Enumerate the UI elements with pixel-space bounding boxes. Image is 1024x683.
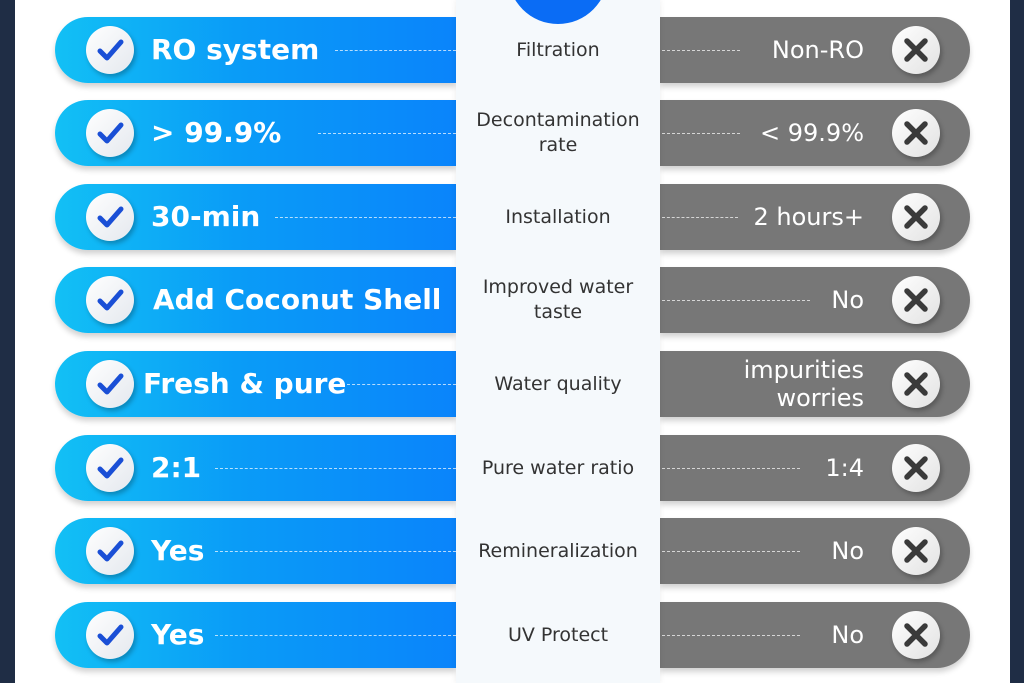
competitor-value: Non-RO	[771, 36, 864, 64]
x-icon	[892, 360, 940, 408]
x-icon	[892, 444, 940, 492]
check-icon	[86, 276, 134, 324]
dashed-divider	[662, 50, 740, 51]
dashed-divider	[335, 50, 456, 51]
check-icon	[86, 26, 134, 74]
feature-label: Decontamination rate	[476, 109, 640, 156]
feature-label: Improved water taste	[482, 276, 634, 323]
comparison-row: Add Coconut Shell Improved water taste N…	[0, 267, 1024, 333]
feature-label: UV Protect	[507, 623, 609, 646]
x-icon	[892, 109, 940, 157]
check-icon	[86, 611, 134, 659]
check-icon	[86, 109, 134, 157]
feature-label: Filtration	[516, 38, 600, 61]
check-icon	[86, 527, 134, 575]
comparison-row: RO system Filtration Non-RO	[0, 17, 1024, 83]
feature-label: Water quality	[494, 372, 622, 395]
our-value: 2:1	[151, 451, 202, 484]
x-icon	[892, 611, 940, 659]
feature-label: Pure water ratio	[481, 456, 635, 479]
competitor-value: 1:4	[825, 454, 864, 482]
our-value: 30-min	[151, 200, 261, 233]
dashed-divider	[662, 300, 810, 301]
competitor-value: No	[831, 537, 864, 565]
comparison-row: 30-min Installation 2 hours+	[0, 184, 1024, 250]
dashed-divider	[215, 635, 456, 636]
dashed-divider	[347, 384, 456, 385]
our-value: Yes	[151, 534, 205, 567]
our-value: RO system	[151, 33, 320, 66]
our-value: Yes	[151, 618, 205, 651]
dashed-divider	[662, 133, 740, 134]
x-icon	[892, 26, 940, 74]
comparison-row: Yes Remineralization No	[0, 518, 1024, 584]
competitor-value: impurities worries	[743, 356, 864, 412]
dashed-divider	[662, 217, 738, 218]
competitor-value: No	[831, 621, 864, 649]
check-icon	[86, 444, 134, 492]
x-icon	[892, 193, 940, 241]
competitor-value: 2 hours+	[753, 203, 864, 231]
feature-label: Installation	[505, 205, 611, 228]
dashed-divider	[215, 551, 456, 552]
competitor-value: No	[831, 286, 864, 314]
check-icon	[86, 193, 134, 241]
dashed-divider	[662, 468, 800, 469]
dashed-divider	[662, 635, 800, 636]
dashed-divider	[662, 551, 800, 552]
comparison-row: Yes UV Protect No	[0, 602, 1024, 668]
comparison-row: 2:1 Pure water ratio 1:4	[0, 435, 1024, 501]
dashed-divider	[275, 217, 456, 218]
check-icon	[86, 360, 134, 408]
comparison-row: > 99.9% Decontamination rate < 99.9%	[0, 100, 1024, 166]
our-value: > 99.9%	[151, 116, 282, 149]
comparison-row: Fresh & pure Water quality impurities wo…	[0, 351, 1024, 417]
our-value: Add Coconut Shell	[153, 283, 442, 316]
feature-label: Remineralization	[478, 539, 638, 562]
our-value: Fresh & pure	[143, 367, 347, 400]
competitor-value: < 99.9%	[760, 119, 864, 147]
x-icon	[892, 527, 940, 575]
dashed-divider	[215, 468, 456, 469]
x-icon	[892, 276, 940, 324]
dashed-divider	[318, 133, 456, 134]
